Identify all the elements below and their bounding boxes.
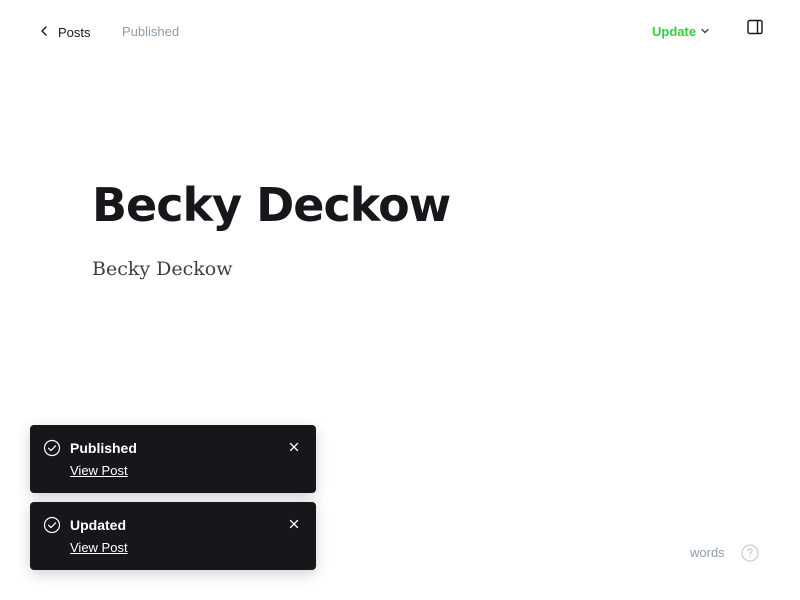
back-to-posts-link[interactable]: Posts [38,22,91,42]
post-body[interactable]: Becky Deckow [92,258,232,280]
view-post-link[interactable]: View Post [70,463,128,478]
post-editor: Posts Published Update Becky Deckow Beck… [0,0,800,600]
sidebar-panel-icon [746,18,764,41]
help-button[interactable] [741,544,759,562]
toast-updated: Updated View Post [30,502,316,570]
post-status: Published [122,24,180,39]
close-icon[interactable] [287,440,301,454]
chevron-left-icon [38,25,50,40]
post-title[interactable]: Becky Deckow [92,178,451,232]
check-circle-icon [43,516,61,534]
sidebar-toggle-button[interactable] [744,18,766,40]
toast-title: Published [70,440,137,456]
toast-published: Published View Post [30,425,316,493]
editor-header: Posts Published Update [0,0,800,64]
update-button-label: Update [652,24,697,39]
toast-title: Updated [70,517,126,533]
view-post-link[interactable]: View Post [70,540,128,555]
chevron-down-icon [700,24,710,39]
close-icon[interactable] [287,517,301,531]
help-circle-icon [741,544,759,566]
word-count: words [690,545,725,560]
update-button[interactable]: Update [652,24,710,39]
back-link-label: Posts [58,24,91,40]
check-circle-icon [43,439,61,457]
